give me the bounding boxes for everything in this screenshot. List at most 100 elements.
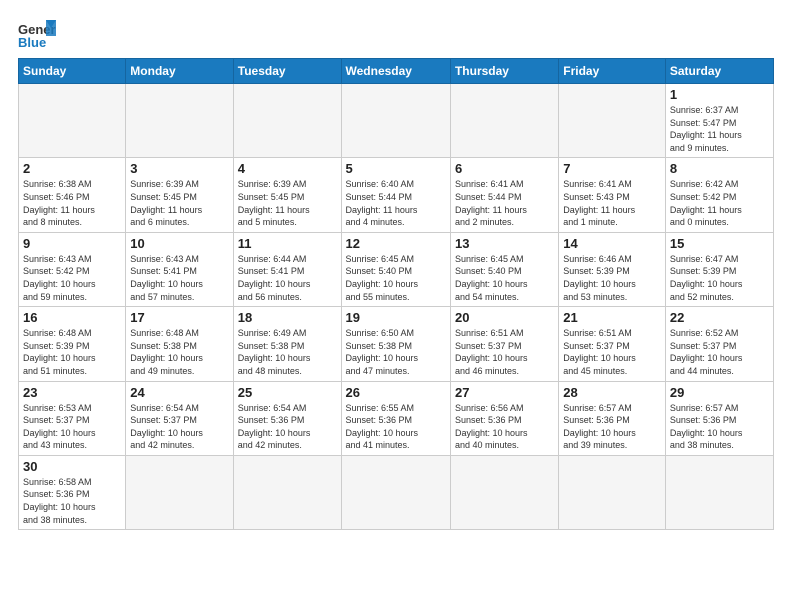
calendar-week-3: 9 Sunrise: 6:43 AM Sunset: 5:42 PM Daylig…	[19, 232, 774, 306]
day-number: 14	[563, 236, 661, 251]
day-info: Sunrise: 6:43 AM Sunset: 5:41 PM Dayligh…	[130, 253, 228, 303]
day-number: 6	[455, 161, 554, 176]
calendar-cell: 25 Sunrise: 6:54 AM Sunset: 5:36 PM Dayli…	[233, 381, 341, 455]
day-number: 5	[346, 161, 446, 176]
day-info: Sunrise: 6:39 AM Sunset: 5:45 PM Dayligh…	[238, 178, 337, 228]
day-number: 3	[130, 161, 228, 176]
calendar-cell: 15Sunrise: 6:47 AM Sunset: 5:39 PM Dayli…	[665, 232, 773, 306]
calendar-cell	[126, 84, 233, 158]
weekday-header-thursday: Thursday	[450, 59, 558, 84]
weekday-header-tuesday: Tuesday	[233, 59, 341, 84]
day-number: 21	[563, 310, 661, 325]
header: General Blue	[18, 18, 774, 50]
weekday-header-friday: Friday	[559, 59, 666, 84]
day-number: 10	[130, 236, 228, 251]
calendar-cell: 1 Sunrise: 6:37 AM Sunset: 5:47 PM Daylig…	[665, 84, 773, 158]
day-number: 25	[238, 385, 337, 400]
day-info: Sunrise: 6:40 AM Sunset: 5:44 PM Dayligh…	[346, 178, 446, 228]
calendar-week-6: 30Sunrise: 6:58 AM Sunset: 5:36 PM Dayli…	[19, 455, 774, 529]
day-number: 26	[346, 385, 446, 400]
calendar-cell: 7 Sunrise: 6:41 AM Sunset: 5:43 PM Daylig…	[559, 158, 666, 232]
day-info: Sunrise: 6:55 AM Sunset: 5:36 PM Dayligh…	[346, 402, 446, 452]
day-info: Sunrise: 6:48 AM Sunset: 5:38 PM Dayligh…	[130, 327, 228, 377]
calendar-cell: 21 Sunrise: 6:51 AM Sunset: 5:37 PM Dayli…	[559, 307, 666, 381]
day-info: Sunrise: 6:42 AM Sunset: 5:42 PM Dayligh…	[670, 178, 769, 228]
day-info: Sunrise: 6:56 AM Sunset: 5:36 PM Dayligh…	[455, 402, 554, 452]
day-info: Sunrise: 6:38 AM Sunset: 5:46 PM Dayligh…	[23, 178, 121, 228]
day-info: Sunrise: 6:39 AM Sunset: 5:45 PM Dayligh…	[130, 178, 228, 228]
day-number: 11	[238, 236, 337, 251]
day-info: Sunrise: 6:47 AM Sunset: 5:39 PM Dayligh…	[670, 253, 769, 303]
day-number: 16	[23, 310, 121, 325]
day-number: 13	[455, 236, 554, 251]
logo: General Blue	[18, 18, 56, 50]
day-number: 12	[346, 236, 446, 251]
day-info: Sunrise: 6:53 AM Sunset: 5:37 PM Dayligh…	[23, 402, 121, 452]
day-info: Sunrise: 6:37 AM Sunset: 5:47 PM Dayligh…	[670, 104, 769, 154]
day-info: Sunrise: 6:45 AM Sunset: 5:40 PM Dayligh…	[346, 253, 446, 303]
day-info: Sunrise: 6:52 AM Sunset: 5:37 PM Dayligh…	[670, 327, 769, 377]
day-info: Sunrise: 6:41 AM Sunset: 5:43 PM Dayligh…	[563, 178, 661, 228]
day-number: 1	[670, 87, 769, 102]
calendar-cell	[233, 84, 341, 158]
day-info: Sunrise: 6:41 AM Sunset: 5:44 PM Dayligh…	[455, 178, 554, 228]
day-info: Sunrise: 6:58 AM Sunset: 5:36 PM Dayligh…	[23, 476, 121, 526]
calendar-cell	[450, 455, 558, 529]
day-info: Sunrise: 6:48 AM Sunset: 5:39 PM Dayligh…	[23, 327, 121, 377]
calendar-cell: 5 Sunrise: 6:40 AM Sunset: 5:44 PM Daylig…	[341, 158, 450, 232]
calendar-cell: 11 Sunrise: 6:44 AM Sunset: 5:41 PM Dayli…	[233, 232, 341, 306]
day-number: 20	[455, 310, 554, 325]
calendar-cell: 3 Sunrise: 6:39 AM Sunset: 5:45 PM Daylig…	[126, 158, 233, 232]
calendar-cell: 27 Sunrise: 6:56 AM Sunset: 5:36 PM Dayli…	[450, 381, 558, 455]
day-info: Sunrise: 6:49 AM Sunset: 5:38 PM Dayligh…	[238, 327, 337, 377]
day-info: Sunrise: 6:51 AM Sunset: 5:37 PM Dayligh…	[563, 327, 661, 377]
day-info: Sunrise: 6:43 AM Sunset: 5:42 PM Dayligh…	[23, 253, 121, 303]
calendar-cell	[341, 455, 450, 529]
calendar-cell: 17Sunrise: 6:48 AM Sunset: 5:38 PM Dayli…	[126, 307, 233, 381]
calendar-cell: 8 Sunrise: 6:42 AM Sunset: 5:42 PM Daylig…	[665, 158, 773, 232]
calendar-cell: 20 Sunrise: 6:51 AM Sunset: 5:37 PM Dayli…	[450, 307, 558, 381]
calendar-table: SundayMondayTuesdayWednesdayThursdayFrid…	[18, 58, 774, 530]
calendar-cell	[233, 455, 341, 529]
weekday-header-row: SundayMondayTuesdayWednesdayThursdayFrid…	[19, 59, 774, 84]
day-number: 27	[455, 385, 554, 400]
weekday-header-sunday: Sunday	[19, 59, 126, 84]
calendar-cell: 12 Sunrise: 6:45 AM Sunset: 5:40 PM Dayli…	[341, 232, 450, 306]
calendar-cell	[559, 84, 666, 158]
calendar-cell	[450, 84, 558, 158]
day-number: 23	[23, 385, 121, 400]
calendar-cell: 19Sunrise: 6:50 AM Sunset: 5:38 PM Dayli…	[341, 307, 450, 381]
calendar-week-4: 16 Sunrise: 6:48 AM Sunset: 5:39 PM Dayli…	[19, 307, 774, 381]
day-number: 8	[670, 161, 769, 176]
calendar-week-1: 1 Sunrise: 6:37 AM Sunset: 5:47 PM Daylig…	[19, 84, 774, 158]
calendar-cell: 6 Sunrise: 6:41 AM Sunset: 5:44 PM Daylig…	[450, 158, 558, 232]
calendar-cell: 9 Sunrise: 6:43 AM Sunset: 5:42 PM Daylig…	[19, 232, 126, 306]
calendar-cell: 26 Sunrise: 6:55 AM Sunset: 5:36 PM Dayli…	[341, 381, 450, 455]
weekday-header-monday: Monday	[126, 59, 233, 84]
calendar-cell: 29 Sunrise: 6:57 AM Sunset: 5:36 PM Dayli…	[665, 381, 773, 455]
day-number: 7	[563, 161, 661, 176]
calendar-cell: 30Sunrise: 6:58 AM Sunset: 5:36 PM Dayli…	[19, 455, 126, 529]
calendar-cell	[341, 84, 450, 158]
day-info: Sunrise: 6:57 AM Sunset: 5:36 PM Dayligh…	[670, 402, 769, 452]
calendar-cell: 23 Sunrise: 6:53 AM Sunset: 5:37 PM Dayli…	[19, 381, 126, 455]
day-info: Sunrise: 6:45 AM Sunset: 5:40 PM Dayligh…	[455, 253, 554, 303]
calendar-cell: 18Sunrise: 6:49 AM Sunset: 5:38 PM Dayli…	[233, 307, 341, 381]
day-number: 29	[670, 385, 769, 400]
calendar-cell: 4 Sunrise: 6:39 AM Sunset: 5:45 PM Daylig…	[233, 158, 341, 232]
calendar-cell	[19, 84, 126, 158]
calendar-cell: 22 Sunrise: 6:52 AM Sunset: 5:37 PM Dayli…	[665, 307, 773, 381]
day-number: 4	[238, 161, 337, 176]
calendar-cell: 2Sunrise: 6:38 AM Sunset: 5:46 PM Daylig…	[19, 158, 126, 232]
day-number: 9	[23, 236, 121, 251]
day-info: Sunrise: 6:44 AM Sunset: 5:41 PM Dayligh…	[238, 253, 337, 303]
calendar-cell: 10 Sunrise: 6:43 AM Sunset: 5:41 PM Dayli…	[126, 232, 233, 306]
calendar-cell	[559, 455, 666, 529]
day-number: 22	[670, 310, 769, 325]
calendar-week-5: 23 Sunrise: 6:53 AM Sunset: 5:37 PM Dayli…	[19, 381, 774, 455]
weekday-header-wednesday: Wednesday	[341, 59, 450, 84]
day-info: Sunrise: 6:54 AM Sunset: 5:36 PM Dayligh…	[238, 402, 337, 452]
calendar-cell	[665, 455, 773, 529]
svg-text:Blue: Blue	[18, 35, 46, 50]
day-info: Sunrise: 6:51 AM Sunset: 5:37 PM Dayligh…	[455, 327, 554, 377]
